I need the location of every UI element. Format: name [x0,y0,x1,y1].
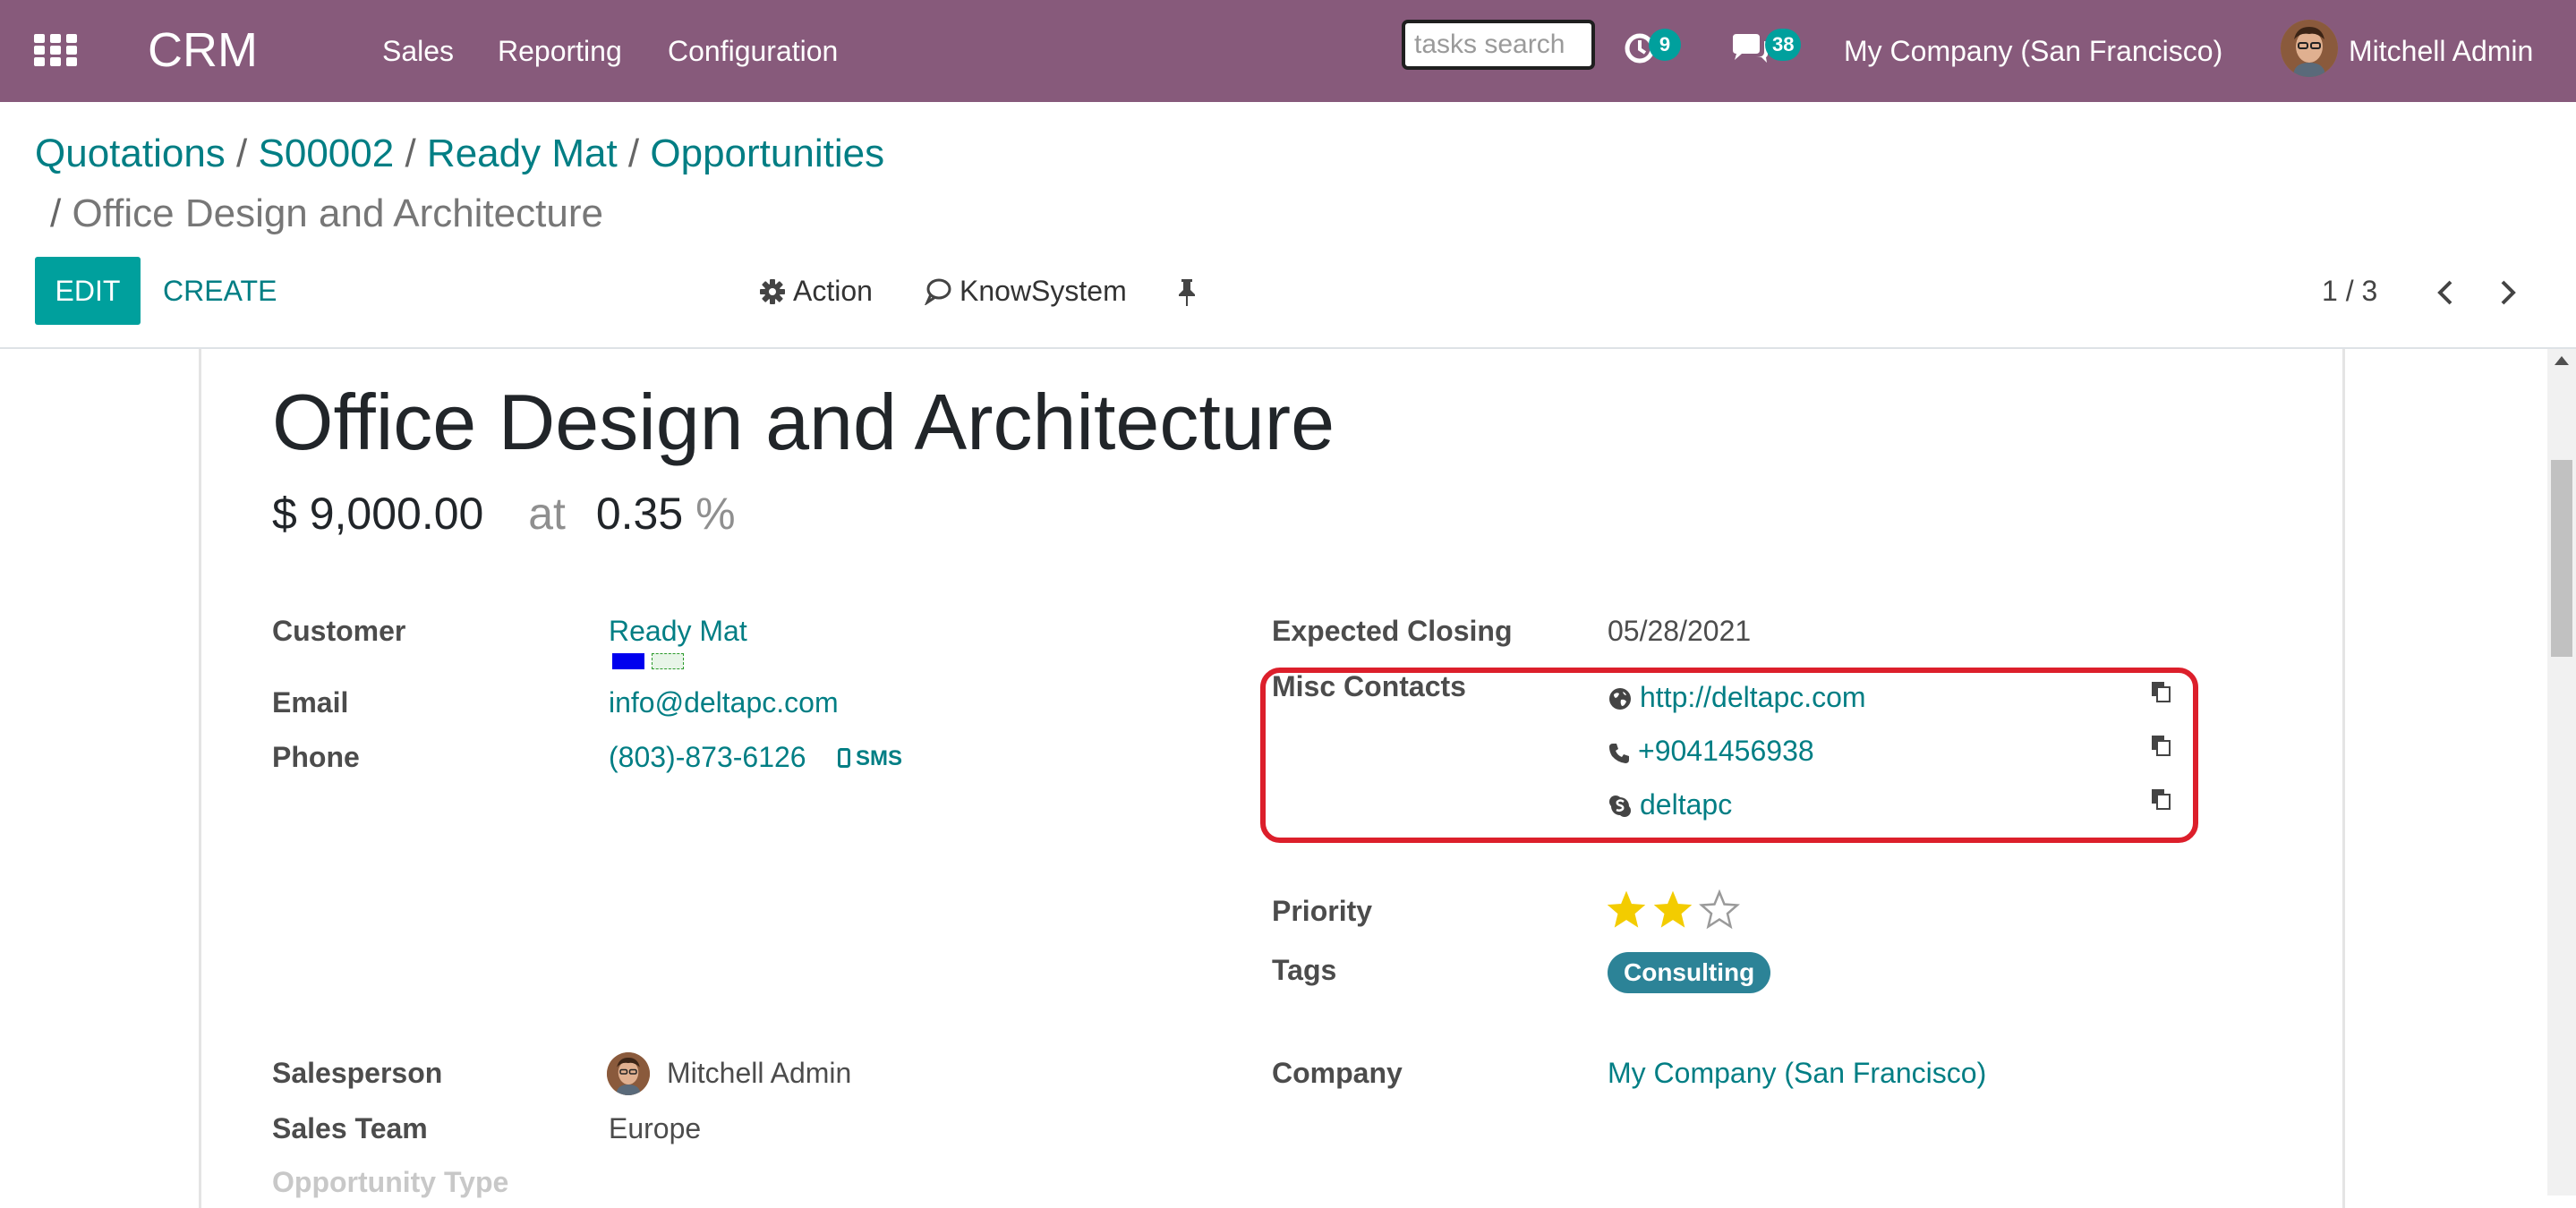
scrollbar[interactable] [2547,349,2576,1195]
chevron-left-icon[interactable] [2431,277,2461,308]
tag-consulting[interactable]: Consulting [1608,952,1771,993]
apps-grid-icon[interactable] [34,34,77,70]
breadcrumb-s00002[interactable]: S00002 [259,132,395,175]
company-switcher[interactable]: My Company (San Francisco) [1844,32,2222,70]
skype-icon [1609,795,1631,817]
phone-link[interactable]: (803)-873-6126 [609,738,806,776]
edit-button[interactable]: EDIT [35,257,141,325]
chat-icon[interactable] [1729,30,1769,66]
gear-icon [760,279,785,304]
control-panel: Quotations / S00002 / Ready Mat / Opport… [0,102,2576,349]
star-filled-icon[interactable] [1652,889,1693,931]
form-view: Office Design and Architecture $ 9,000.0… [0,349,2576,1208]
color-swatch-empty [652,653,684,669]
breadcrumb-current-line: / Office Design and Architecture [50,191,603,237]
top-navbar: CRM Sales Reporting Configuration 9 38 M… [0,0,2576,102]
knowsystem-label: KnowSystem [960,275,1127,307]
breadcrumb-separator: / [405,132,416,175]
company-link[interactable]: My Company (San Francisco) [1608,1054,1986,1092]
breadcrumb-quotations[interactable]: Quotations [35,132,226,175]
breadcrumb-separator: / [50,191,62,235]
email-label: Email [272,686,349,719]
sales-team-label: Sales Team [272,1112,428,1144]
mobile-icon [838,748,850,768]
copy-skype-icon[interactable] [2150,787,2171,811]
message-count-badge: 38 [1765,29,1802,61]
misc-contacts-label: Misc Contacts [1272,670,1466,702]
company-label: Company [1272,1057,1403,1089]
pin-icon[interactable] [1174,277,1199,308]
priority-label: Priority [1272,895,1373,927]
salesperson-value[interactable]: Mitchell Admin [667,1054,851,1092]
tags-label: Tags [1272,954,1337,986]
skype-link[interactable]: deltapc [1640,788,1732,821]
website-link[interactable]: http://deltapc.com [1640,681,1866,713]
activity-count-badge: 9 [1649,29,1681,61]
phone-contact-link[interactable]: +9041456938 [1638,735,1814,767]
sms-label: SMS [856,746,903,770]
globe-icon [1609,688,1631,710]
phone-icon [1609,744,1629,763]
email-link[interactable]: info@deltapc.com [609,684,839,721]
color-swatch-blue [612,653,644,669]
create-button[interactable]: CREATE [158,257,282,325]
menu-sales[interactable]: Sales [382,32,454,70]
star-empty-icon[interactable] [1699,889,1740,931]
pager-value[interactable]: 1 / 3 [2322,272,2377,310]
website-contact: http://deltapc.com [1608,678,1866,716]
chevron-right-icon[interactable] [2492,277,2522,308]
scroll-up-arrow[interactable] [2555,356,2569,365]
star-filled-icon[interactable] [1606,889,1647,931]
customer-label: Customer [272,615,406,647]
app-brand[interactable]: CRM [148,21,258,79]
action-label: Action [793,275,873,307]
breadcrumb-ready-mat[interactable]: Ready Mat [427,132,618,175]
breadcrumb-separator: / [236,132,248,175]
tasks-search-input[interactable] [1402,20,1595,70]
sms-button[interactable]: SMS [838,744,902,773]
expected-closing-value[interactable]: 05/28/2021 [1608,612,1751,650]
revenue-value: $ 9,000.00 [272,489,484,539]
copy-phone-icon[interactable] [2150,734,2171,757]
expected-closing-label: Expected Closing [1272,615,1513,647]
menu-reporting[interactable]: Reporting [498,32,622,70]
skype-contact: deltapc [1608,786,1732,823]
at-label: at [528,489,566,539]
phone-label: Phone [272,741,360,773]
user-menu[interactable]: Mitchell Admin [2349,32,2533,70]
salesperson-avatar [607,1052,650,1095]
breadcrumb-current: Office Design and Architecture [72,191,603,235]
breadcrumb-separator: / [627,132,640,175]
breadcrumb-opportunities[interactable]: Opportunities [650,132,884,175]
knowsystem-icon [924,278,951,307]
probability-value: 0.35 [595,489,684,539]
menu-configuration[interactable]: Configuration [668,32,838,70]
scrollbar-thumb[interactable] [2551,460,2572,657]
knowsystem-button[interactable]: KnowSystem [924,272,1127,310]
opportunity-title: Office Design and Architecture [272,378,1335,466]
user-avatar[interactable] [2281,20,2338,77]
expected-revenue: $ 9,000.00 at 0.35 % [272,485,736,542]
priority-widget [1606,889,1745,932]
copy-website-icon[interactable] [2150,680,2171,703]
breadcrumb: Quotations / S00002 / Ready Mat / Opport… [35,131,884,177]
action-dropdown[interactable]: Action [759,272,873,310]
percent-sign: % [695,489,736,539]
phone-contact: +9041456938 [1608,732,1814,770]
sales-team-value[interactable]: Europe [609,1110,701,1147]
customer-link[interactable]: Ready Mat [609,612,747,650]
salesperson-label: Salesperson [272,1057,443,1089]
